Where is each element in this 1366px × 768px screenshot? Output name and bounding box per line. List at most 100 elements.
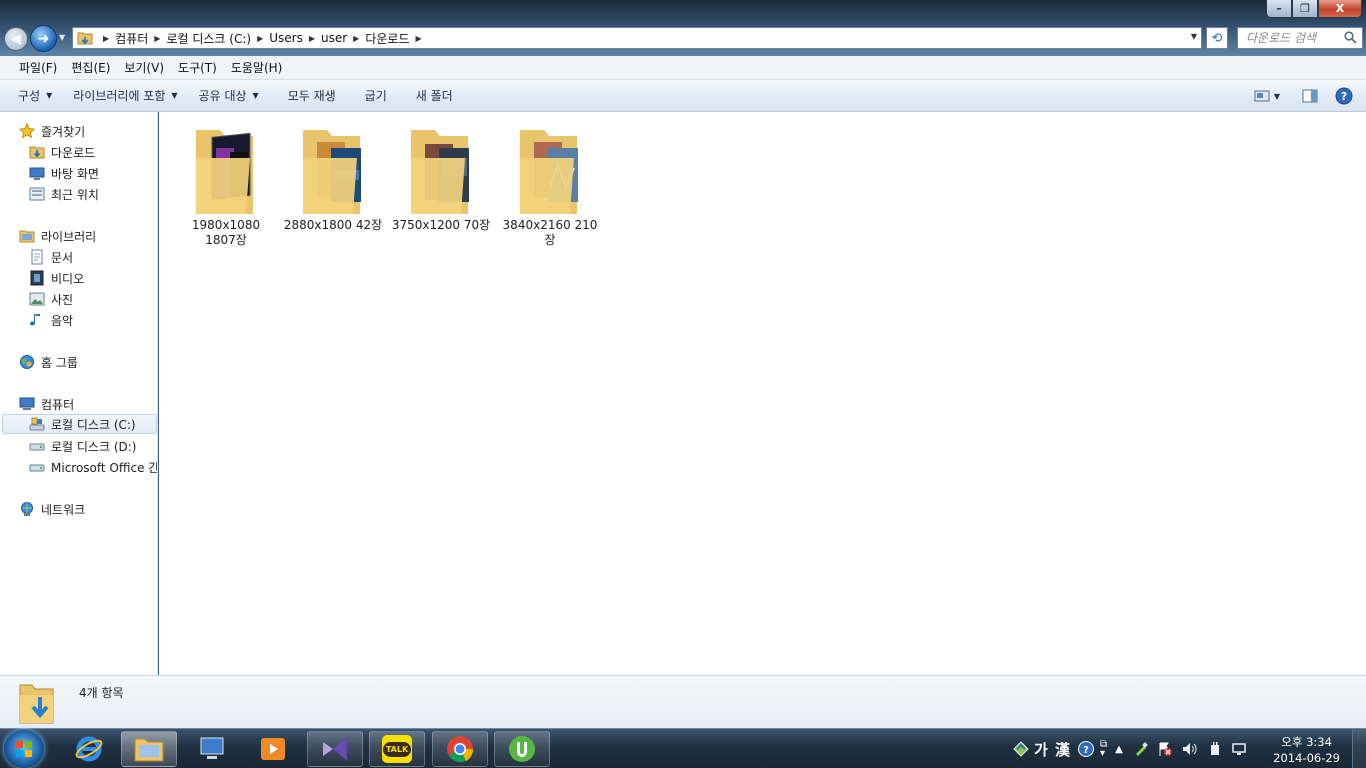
documents-icon [29,249,45,265]
address-dropdown-button[interactable]: ▼ [1191,32,1197,41]
new-folder-button[interactable]: 새 폴더 [402,87,468,104]
utorrent-icon [509,736,535,762]
start-button[interactable] [4,730,44,768]
search-box[interactable] [1237,27,1363,49]
nav-label: 로컬 디스크 (C:) [51,417,136,432]
nav-label: 음악 [51,313,74,328]
system-clock[interactable]: 오후 3:34 2014-06-29 [1273,734,1340,766]
downloads-folder-icon [19,684,54,724]
taskbar-utorrent[interactable] [494,731,550,767]
folder-item[interactable]: 1980x1080 1807장 [176,118,276,248]
power-icon[interactable] [1207,741,1223,757]
nav-favorites[interactable]: 즐겨찾기 [19,121,85,141]
nav-recent-places[interactable]: 최근 위치 [29,184,99,204]
nav-downloads[interactable]: 다운로드 [29,142,95,162]
language-bar-icon[interactable] [1012,740,1030,758]
visual-studio-icon [323,737,347,761]
address-bar[interactable]: ▶ 컴퓨터 ▶ 로컬 디스크 (C:) ▶ Users ▶ user ▶ 다운로… [72,27,1202,49]
nav-office-drive[interactable]: Microsoft Office 간편 실행 [29,457,157,477]
nav-homegroup[interactable]: 홈 그룹 [19,352,78,372]
view-dropdown-icon[interactable]: ▼ [1274,92,1280,101]
breadcrumb-computer[interactable]: 컴퓨터 [115,30,148,47]
show-hidden-icons[interactable]: ▲ [1115,744,1123,755]
burn-label: 굽기 [364,89,387,103]
breadcrumb-separator[interactable]: ▶ [257,34,263,43]
libraries-icon [19,228,35,244]
play-all-button[interactable]: 모두 재생 [274,87,351,104]
ime-help-icon[interactable]: ? [1077,740,1095,758]
search-icon[interactable] [1344,31,1357,44]
breadcrumb-separator[interactable]: ▶ [309,34,315,43]
taskbar-explorer[interactable] [121,731,177,767]
nav-drive-c[interactable]: 로컬 디스크 (C:) [2,414,157,434]
recent-pages-button[interactable]: ▼ [59,33,65,42]
close-button[interactable]: X [1318,0,1362,18]
folder-icon [510,118,590,218]
taskbar-kakaotalk[interactable]: TALK [369,731,425,767]
search-input[interactable] [1246,31,1340,45]
maximize-button[interactable]: ❐ [1292,0,1318,18]
remote-desktop-icon [200,737,224,759]
nav-libraries[interactable]: 라이브러리 [19,226,96,246]
preview-pane-button[interactable] [1300,86,1320,106]
nav-videos[interactable]: 비디오 [29,268,84,288]
include-in-library-button[interactable]: 라이브러리에 포함 ▼ [67,87,192,104]
breadcrumb-separator[interactable]: ▶ [103,34,109,43]
folder-item[interactable]: 3840x2160 210 장 [500,118,600,248]
folder-item[interactable]: 3750x1200 70장 [391,118,491,233]
ime-mode[interactable]: 가 漢 [1034,739,1071,760]
breadcrumb-separator[interactable]: ▶ [416,34,422,43]
taskbar-chrome[interactable] [432,731,488,767]
nav-label: 즐겨찾기 [41,124,86,139]
pictures-icon [29,291,45,307]
breadcrumb-separator[interactable]: ▶ [154,34,160,43]
nav-computer[interactable]: 컴퓨터 [19,394,74,414]
taskbar: TALK 가 漢 ? ⧉ ▾ ▲ 오후 3:34 2014-06-29 [0,728,1366,768]
volume-icon[interactable] [1181,741,1199,757]
burn-button[interactable]: 굽기 [351,87,402,104]
change-view-button[interactable] [1252,86,1272,106]
taskbar-remote-desktop[interactable] [184,731,240,767]
help-button[interactable]: ? [1334,86,1354,106]
taskbar-media-player[interactable] [245,731,301,767]
breadcrumb-user[interactable]: user [321,31,347,45]
minimize-button[interactable]: – [1266,0,1292,18]
flag-alert-icon[interactable] [1157,741,1173,757]
breadcrumb-users[interactable]: Users [269,31,303,45]
breadcrumb-separator[interactable]: ▶ [353,34,359,43]
nav-network[interactable]: 네트워크 [19,499,85,519]
ime-options-icon[interactable]: ⧉ ▾ [1100,740,1107,759]
internet-explorer-icon [75,736,103,762]
nav-drive-d[interactable]: 로컬 디스크 (D:) [29,436,136,456]
breadcrumb-drive-c[interactable]: 로컬 디스크 (C:) [166,30,251,47]
nav-pictures[interactable]: 사진 [29,289,73,309]
nav-documents[interactable]: 문서 [29,247,73,267]
forward-button[interactable]: ➜ [30,25,57,52]
file-list[interactable]: 1980x1080 1807장 2880x1800 42장 3750x1200 … [159,112,1366,675]
folder-label: 1807장 [205,233,247,247]
menu-help[interactable]: 도움말(H) [224,59,290,76]
breadcrumb-downloads[interactable]: 다운로드 [365,30,409,47]
explorer-icon [134,738,164,762]
show-desktop-button[interactable] [1352,729,1366,768]
menu-edit[interactable]: 편집(E) [64,59,117,76]
folder-label: 1980x1080 [191,218,261,232]
nav-label: 네트워크 [41,502,86,517]
nav-desktop[interactable]: 바탕 화면 [29,163,99,183]
folder-item[interactable]: 2880x1800 42장 [283,118,383,233]
menu-view[interactable]: 보기(V) [117,59,171,76]
refresh-button[interactable]: ⟲ [1206,27,1228,49]
homegroup-icon [19,354,35,370]
clock-date: 2014-06-29 [1273,751,1340,765]
taskbar-internet-explorer[interactable] [61,731,117,767]
menu-file[interactable]: 파일(F) [12,59,64,76]
share-with-button[interactable]: 공유 대상 ▼ [193,87,274,104]
organize-button[interactable]: 구성 ▼ [12,87,67,104]
taskbar-visual-studio[interactable] [307,731,363,767]
back-button[interactable]: ◀ [4,27,28,51]
menu-tools[interactable]: 도구(T) [171,59,224,76]
usb-device-icon[interactable] [1133,741,1149,757]
nav-music[interactable]: 음악 [29,310,73,330]
network-status-icon[interactable] [1231,741,1247,757]
nav-label: 컴퓨터 [41,397,75,412]
